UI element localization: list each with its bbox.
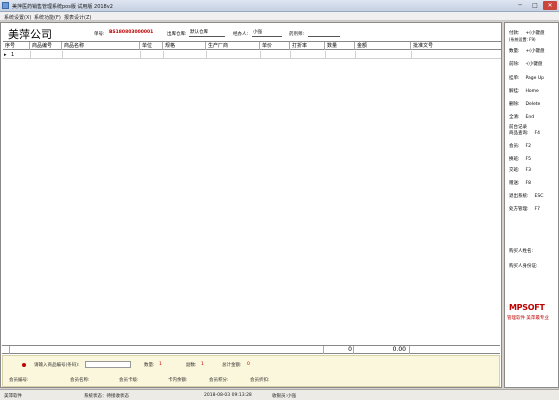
col-amount[interactable]: 金额 (355, 42, 411, 50)
status-state: 系统状态：待接收状态 (84, 394, 129, 399)
qty-label: 数量: (144, 363, 155, 368)
shortcut-panel: 付款: +(小键盘 (系统设置: F9) 数量: +(小键盘 前除: -(小键盘 挂单… (504, 22, 559, 388)
shortcut-delete: 删除: Delete (509, 102, 541, 107)
member-card-label: 会员卡级: (119, 378, 139, 383)
minimize-button[interactable]: ─ (513, 1, 527, 10)
shortcut-pay: 付款: +(小键盘 (509, 31, 545, 36)
status-datetime: 2018-08-03 09:13:28 (204, 393, 252, 398)
col-quantity[interactable]: 数量 (325, 42, 355, 50)
member-name-label: 会员名称: (70, 378, 90, 383)
sales-panel: 美萍公司 单号: BS180803000001 出库仓库: 默认仓库 经办人: … (0, 22, 502, 388)
maximize-button[interactable]: □ (528, 1, 542, 10)
input-panel: 请输入商品编号(条码): 数量: 1 副数: 1 总计金额: 0 会员编号: 会… (2, 355, 500, 387)
buyer-name-label: 购买人姓名: (509, 249, 534, 254)
totals-row: 0 0.00 (2, 345, 500, 354)
lines-value: 1 (201, 362, 204, 367)
app-icon (2, 2, 9, 9)
col-discount[interactable]: 打折率 (290, 42, 325, 50)
status-company: 美萍软件 (4, 394, 22, 399)
col-manufacturer[interactable]: 生产厂商 (206, 42, 260, 50)
shortcut-resume: 解挂: Home (509, 89, 539, 94)
member-points-label: 会员积分: (209, 378, 229, 383)
handler-label: 经办人: (233, 32, 249, 37)
shortcut-hold: 挂单: Page Up (509, 76, 545, 81)
warehouse-select[interactable]: 默认仓库 (189, 29, 225, 37)
grid-header: 序号 商品编号 商品名称 单位 规格 生产厂商 单价 打折率 数量 金额 批准文… (3, 41, 501, 50)
menu-system-functions[interactable]: 系统功能(F) (34, 14, 61, 21)
col-price[interactable]: 单价 (260, 42, 290, 50)
grid-body[interactable] (3, 60, 501, 366)
warehouse-label: 出库仓库: (167, 32, 187, 37)
col-unit[interactable]: 单位 (140, 42, 163, 50)
shortcut-gift: 赠送: F8 (509, 181, 531, 186)
row-pointer-icon: ▸ (4, 52, 7, 58)
shortcut-product-search: 商品查询: F4 (509, 131, 540, 136)
col-seq[interactable]: 序号 (3, 42, 30, 50)
total-quantity: 0 (348, 346, 352, 353)
total-amount: 0.00 (392, 346, 406, 353)
shortcut-clear-all: 全清: End (509, 115, 535, 120)
status-bar: 美萍软件 系统状态：待接收状态 2018-08-03 09:13:28 收银员:… (0, 389, 559, 400)
menu-report-design[interactable]: 报表设计(Z) (64, 14, 91, 21)
shortcut-exit: 退出系统: ESC (509, 194, 544, 199)
shortcut-clear-line: 前除: -(小键盘 (509, 62, 543, 67)
brand-tagline: 管理软件 美萍最专业 (507, 316, 549, 321)
shortcut-change-shift: 换班: F5 (509, 157, 531, 162)
shortcut-member: 会员: F2 (509, 144, 531, 149)
row-seq: 1 (11, 52, 15, 58)
col-name[interactable]: 商品名称 (62, 42, 140, 50)
shortcut-settings: (系统设置: F9) (509, 37, 536, 42)
col-approval-no[interactable]: 批准文号 (411, 42, 501, 50)
status-dot-icon (22, 363, 26, 367)
barcode-input[interactable] (85, 361, 131, 368)
handler-select[interactable]: 小强 (252, 29, 282, 37)
close-button[interactable]: ✕ (543, 1, 557, 10)
shortcut-prescription: 处方管理: F7 (509, 207, 540, 212)
barcode-label: 请输入商品编号(条码): (34, 363, 80, 368)
col-code[interactable]: 商品编号 (30, 42, 62, 50)
shortcut-handover: 交班: F3 (509, 168, 531, 173)
status-cashier: 收银员:小强 (272, 394, 297, 399)
pharmacist-input[interactable] (308, 29, 340, 37)
total-label: 总计金额: (222, 363, 242, 368)
pharmacist-label: 药剂师: (289, 32, 305, 37)
member-discount-label: 会员折扣: (250, 378, 270, 383)
brand-logo: MPSOFT (509, 303, 545, 312)
qty-value: 1 (159, 362, 162, 367)
order-no-value: BS180803000001 (109, 30, 154, 35)
member-no-label: 会员编号: (9, 378, 29, 383)
shortcut-quantity: 数量: +(小键盘 (509, 49, 545, 54)
menu-bar: 系统设置(X) 系统功能(F) 报表设计(Z) (0, 12, 559, 21)
company-name: 美萍公司 (8, 28, 52, 41)
card-balance-label: 卡内余额: (168, 378, 188, 383)
menu-system-settings[interactable]: 系统设置(X) (4, 14, 31, 21)
lines-label: 副数: (186, 363, 197, 368)
window-title: 美萍医药销售管理系统pos版 试用版 2018v2 (12, 4, 113, 10)
title-bar: 美萍医药销售管理系统pos版 试用版 2018v2 ─ □ ✕ (0, 0, 559, 12)
total-value: 0 (247, 362, 250, 367)
table-row[interactable]: ▸ 1 (3, 51, 501, 59)
buyer-id-label: 购买人身份证: (509, 264, 538, 269)
order-no-label: 单号: (94, 32, 105, 37)
col-spec[interactable]: 规格 (163, 42, 206, 50)
